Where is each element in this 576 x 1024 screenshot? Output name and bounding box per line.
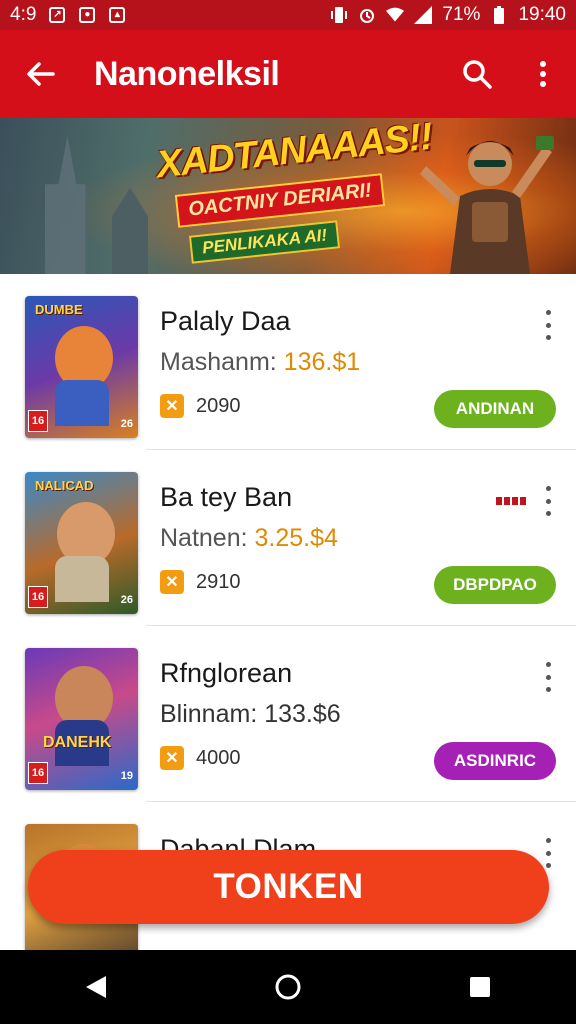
game-thumbnail[interactable]: DUMBE 16 26 — [25, 296, 138, 438]
battery-icon — [490, 6, 508, 24]
thumbnail-corner-badge: 26 — [120, 418, 133, 430]
points-row: ✕ 4000 — [160, 746, 241, 770]
game-thumbnail[interactable]: NALICAD 16 26 — [25, 472, 138, 614]
photo-notification-icon: ▴ — [108, 6, 126, 24]
vibrate-icon — [330, 6, 348, 24]
game-action-button[interactable]: ASDINRIC — [434, 742, 556, 780]
status-time-left: 4:9 — [10, 4, 37, 25]
points-value: 2910 — [196, 570, 241, 593]
flag-icon — [496, 497, 528, 505]
game-meta: Mashanm: 136.$1 — [160, 348, 360, 377]
banner-hero-image — [420, 136, 554, 274]
list-item[interactable]: DANEHK 16 19 Rfnglorean Blinnam: 133.$6 … — [0, 626, 576, 802]
game-action-button[interactable]: ANDINAN — [434, 390, 556, 428]
more-vert-icon — [545, 662, 551, 667]
meta-value: 3.25.$4 — [254, 524, 338, 552]
more-vert-icon — [545, 486, 551, 491]
game-action-button[interactable]: DBPDPAO — [434, 566, 556, 604]
game-thumbnail[interactable]: DANEHK 16 19 — [25, 648, 138, 790]
meta-value: 136.$1 — [283, 348, 361, 376]
game-meta: Blinnam: 133.$6 — [160, 700, 341, 729]
thumbnail-logo: DANEHK — [43, 734, 112, 751]
thumbnail-corner-badge: 19 — [120, 770, 133, 782]
nav-back-icon — [86, 976, 106, 998]
thumbnail-logo: DUMBE — [35, 302, 83, 317]
coin-icon: ✕ — [160, 570, 184, 594]
nav-recents-button[interactable] — [450, 957, 510, 1017]
meta-value: 133.$6 — [264, 700, 341, 728]
nav-home-button[interactable] — [258, 957, 318, 1017]
app-bar: Nanonelksil — [0, 30, 576, 118]
back-button[interactable] — [0, 30, 80, 118]
points-value: 2090 — [196, 394, 241, 417]
thumbnail-character-body — [55, 380, 109, 426]
age-rating-badge: 16 — [28, 410, 48, 432]
coin-icon: ✕ — [160, 394, 184, 418]
thumbnail-corner-badge: 26 — [120, 594, 133, 606]
app-title: Nanonelksil — [94, 54, 280, 93]
battery-percent: 71% — [442, 4, 481, 25]
game-title: Rfnglorean — [160, 658, 293, 688]
more-vert-icon — [545, 310, 551, 315]
promo-banner[interactable]: XADTANAAAS!! OACTNIY DERIARI! PENLIKAKA … — [0, 118, 576, 274]
age-rating-badge: 16 — [28, 586, 48, 608]
more-vert-icon — [540, 61, 546, 87]
item-more-button[interactable] — [538, 486, 558, 516]
status-bar: 4:9 ↗ ● ▴ 71% 19:40 — [0, 0, 576, 30]
game-meta: Natnen: 3.25.$4 — [160, 524, 338, 553]
game-title: Ba tey Ban — [160, 482, 293, 512]
nav-recents-icon — [470, 977, 490, 997]
lock-notification-icon: ● — [78, 6, 96, 24]
item-more-button[interactable] — [538, 310, 558, 340]
coin-icon: ✕ — [160, 746, 184, 770]
more-vert-icon — [545, 838, 551, 843]
item-more-button[interactable] — [538, 662, 558, 692]
points-value: 4000 — [196, 746, 241, 769]
nav-home-icon — [275, 974, 301, 1000]
search-icon — [463, 60, 492, 89]
meta-label: Natnen: — [160, 524, 248, 552]
thumbnail-logo: NALICAD — [35, 478, 94, 493]
list-item[interactable]: NALICAD 16 26 Ba tey Ban Natnen: 3.25.$4… — [0, 450, 576, 626]
list-item[interactable]: DUMBE 16 26 Palaly Daa Mashanm: 136.$1 ✕… — [0, 274, 576, 450]
search-button[interactable] — [444, 30, 510, 118]
overflow-menu-button[interactable] — [510, 30, 576, 118]
game-list: DUMBE 16 26 Palaly Daa Mashanm: 136.$1 ✕… — [0, 274, 576, 950]
age-rating-badge: 16 — [28, 762, 48, 784]
primary-action-button[interactable]: TONKEN — [28, 850, 549, 924]
points-row: ✕ 2090 — [160, 394, 241, 418]
signal-icon — [414, 6, 433, 24]
wifi-icon — [386, 6, 405, 24]
status-time: 19:40 — [518, 4, 566, 25]
thumbnail-character-body — [55, 556, 109, 602]
system-nav-bar — [0, 950, 576, 1024]
game-title: Palaly Daa — [160, 306, 291, 336]
back-arrow-icon — [27, 62, 55, 86]
meta-label: Mashanm: — [160, 348, 277, 376]
nav-back-button[interactable] — [66, 957, 126, 1017]
alarm-icon — [358, 6, 376, 24]
points-row: ✕ 2910 — [160, 570, 241, 594]
meta-label: Blinnam: — [160, 700, 258, 728]
image-notification-icon: ↗ — [48, 6, 66, 24]
